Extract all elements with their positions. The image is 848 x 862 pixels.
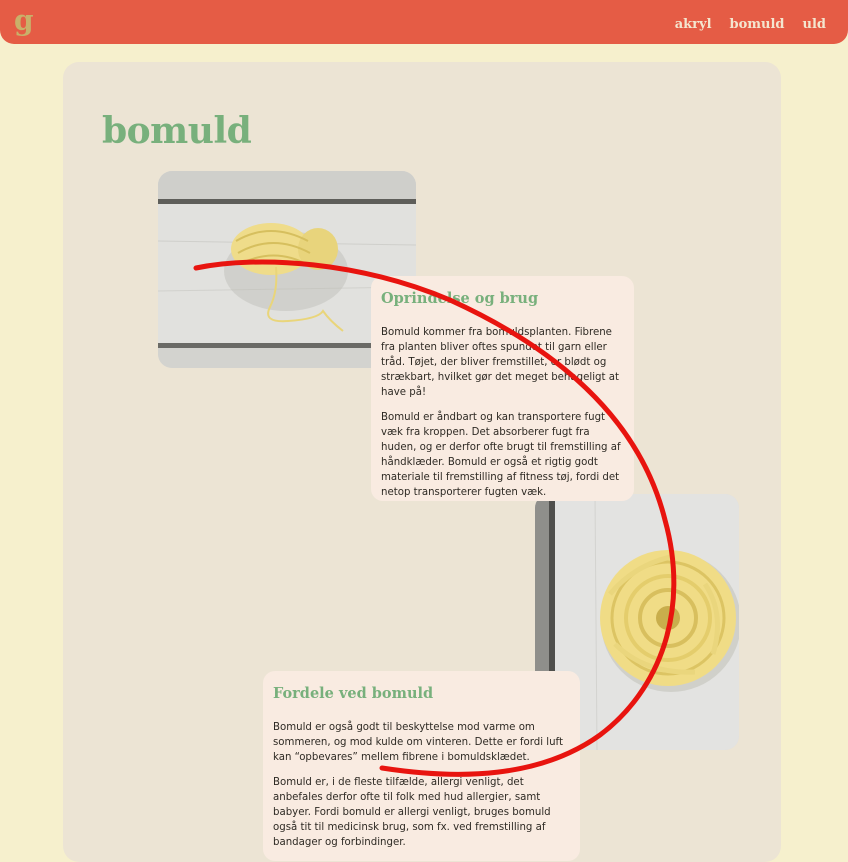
origin-and-use-card: Oprindelse og brug Bomuld kommer fra bom… [371,276,634,501]
page-title: bomuld [102,110,252,152]
section-paragraph: Bomuld er åndbart og kan transportere fu… [381,412,621,498]
section-paragraph: Bomuld er, i de fleste tilfælde, allergi… [273,777,551,848]
nav-link-uld[interactable]: uld [803,17,826,32]
section-heading: Fordele ved bomuld [273,685,434,702]
top-navigation-bar: g akryl bomuld uld [0,0,848,44]
nav-link-akryl[interactable]: akryl [675,17,712,32]
section-paragraph: Bomuld kommer fra bomuldsplanten. Fibren… [381,327,619,398]
benefits-card: Fordele ved bomuld Bomuld er også godt t… [263,671,580,861]
main-nav: akryl bomuld uld [675,17,826,32]
section-heading: Oprindelse og brug [381,290,539,307]
site-logo[interactable]: g [14,4,34,37]
section-paragraph: Bomuld er også godt til beskyttelse mod … [273,722,563,763]
nav-link-bomuld[interactable]: bomuld [730,17,785,32]
